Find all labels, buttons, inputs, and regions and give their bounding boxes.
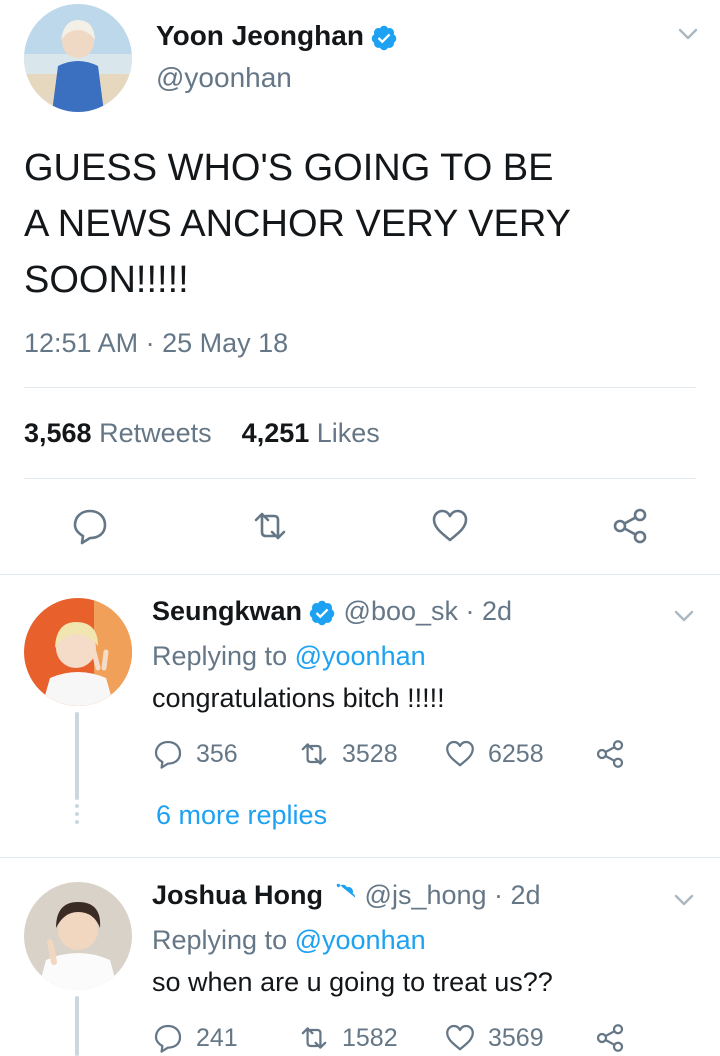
- replying-to: Replying to @yoonhan: [152, 925, 426, 955]
- verified-badge-icon: [309, 600, 335, 626]
- avatar-reply-author[interactable]: [24, 598, 132, 706]
- verified-badge-icon: [336, 883, 356, 903]
- share-icon[interactable]: [610, 506, 650, 546]
- reply-reply-button[interactable]: 356: [152, 738, 238, 770]
- chevron-down-icon[interactable]: [672, 888, 696, 912]
- reply-like-button[interactable]: 3569: [444, 1022, 544, 1054]
- like-icon: [446, 1024, 474, 1051]
- reply-share-button[interactable]: [594, 1022, 638, 1054]
- main-author-handle[interactable]: @yoonhan: [156, 62, 292, 94]
- share-icon: [596, 1024, 624, 1052]
- chevron-down-icon[interactable]: [676, 22, 700, 46]
- tweet-stats: 3,568 Retweets 4,251 Likes: [24, 418, 380, 449]
- likes-stat[interactable]: 4,251 Likes: [242, 418, 380, 448]
- retweet-icon: [301, 743, 327, 765]
- divider: [24, 387, 696, 388]
- reply-icon[interactable]: [70, 506, 110, 546]
- reply-author-name[interactable]: Joshua Hong: [152, 880, 323, 910]
- retweet-icon[interactable]: [250, 506, 290, 546]
- more-replies-link[interactable]: 6 more replies: [156, 800, 327, 831]
- avatar-reply-author[interactable]: [24, 882, 132, 990]
- reply-text: congratulations bitch !!!!!: [152, 683, 445, 713]
- mention-link[interactable]: @yoonhan: [295, 925, 426, 955]
- divider: [0, 574, 720, 575]
- divider: [0, 857, 720, 858]
- reply-author-name[interactable]: Seungkwan: [152, 596, 302, 626]
- thread-line: [75, 996, 79, 1056]
- thread-dots: [75, 804, 79, 828]
- like-icon: [446, 740, 474, 767]
- like-icon[interactable]: [430, 506, 470, 546]
- reply-text: so when are u going to treat us??: [152, 967, 553, 997]
- reply-author-handle[interactable]: @boo_sk: [344, 596, 458, 626]
- tweet-text: GUESS WHO'S GOING TO BE A NEWS ANCHOR VE…: [24, 147, 571, 301]
- share-icon: [596, 740, 624, 768]
- avatar-main-author[interactable]: [24, 4, 132, 112]
- divider: [24, 478, 696, 479]
- reply-retweet-button[interactable]: 1582: [298, 1022, 398, 1054]
- retweets-stat[interactable]: 3,568 Retweets: [24, 418, 212, 448]
- reply-icon: [154, 1024, 182, 1053]
- reply-icon: [154, 740, 182, 769]
- tweet-timestamp[interactable]: 12:51 AM · 25 May 18: [24, 328, 288, 359]
- reply-share-button[interactable]: [594, 738, 638, 770]
- verified-badge-icon: [371, 25, 397, 50]
- reply-author-line: Joshua Hong @js_hong · 2d: [152, 880, 541, 911]
- reply-time: · 2d: [465, 596, 513, 626]
- replying-to: Replying to @yoonhan: [152, 641, 426, 671]
- chevron-down-icon[interactable]: [672, 604, 696, 628]
- reply-reply-button[interactable]: 241: [152, 1022, 238, 1054]
- reply-author-line: Seungkwan @boo_sk · 2d: [152, 596, 512, 627]
- mention-link[interactable]: @yoonhan: [295, 641, 426, 671]
- reply-retweet-button[interactable]: 3528: [298, 738, 398, 770]
- reply-author-handle[interactable]: @js_hong: [365, 880, 487, 910]
- main-author-name[interactable]: Yoon Jeonghan: [156, 20, 398, 52]
- thread-line: [75, 712, 79, 800]
- reply-like-button[interactable]: 6258: [444, 738, 544, 770]
- reply-time: · 2d: [494, 880, 541, 910]
- retweet-icon: [301, 1027, 327, 1049]
